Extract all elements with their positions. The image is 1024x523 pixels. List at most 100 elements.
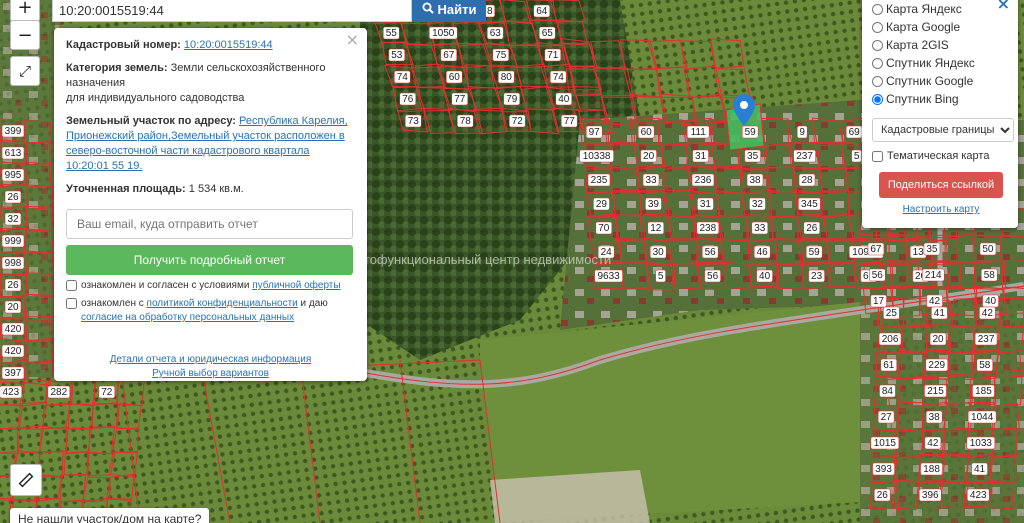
ruler-icon[interactable] (10, 464, 42, 496)
plot-number-label: 236 (695, 175, 712, 186)
layer-radio[interactable] (872, 39, 883, 51)
plot-number-label: 84 (882, 386, 894, 397)
offer-consent-text: ознакомлен и согласен с условиями (81, 280, 253, 291)
address-label: Земельный участок по адресу: (66, 115, 236, 127)
cadastral-number-link[interactable]: 10:20:0015519:44 (184, 39, 273, 51)
search-icon (422, 2, 434, 17)
privacy-policy-link[interactable]: политикой конфиденциальности (147, 298, 298, 309)
layer-option[interactable]: Спутник Google (872, 72, 1010, 90)
layer-option[interactable]: Спутник Bing (872, 90, 1010, 108)
plot-number-label: 53 (391, 50, 403, 61)
plot-number-label: 229 (928, 360, 945, 371)
search-input[interactable] (53, 0, 411, 21)
layer-option[interactable]: Карта Яндекс (872, 0, 1010, 18)
email-field[interactable] (66, 209, 353, 239)
get-report-button[interactable]: Получить подробный отчет (66, 245, 353, 275)
thematic-map-checkbox[interactable] (872, 150, 883, 162)
plot-number-label: 613 (5, 148, 22, 159)
plot-number-label: 74 (397, 72, 409, 83)
plot-number-label: 67 (443, 50, 455, 61)
layer-label: Спутник Яндекс (886, 56, 975, 70)
plot-number-label: 998 (5, 258, 22, 269)
plot-number-label: 20 (643, 151, 655, 162)
layer-radio[interactable] (872, 75, 883, 87)
plot-number-label: 50 (982, 244, 994, 255)
report-details-link[interactable]: Детали отчета и юридическая информация (66, 353, 355, 367)
close-icon[interactable]: × (346, 32, 359, 48)
privacy-consent-mid: и даю (297, 298, 328, 309)
plot-number-label: 31 (700, 199, 712, 210)
plot-number-label: 76 (402, 94, 414, 105)
plot-number-label: 25 (886, 308, 898, 319)
not-found-notice[interactable]: Не нашли участок/дом на карте? (10, 508, 210, 523)
search-button-label: Найти (437, 1, 477, 17)
plot-number-label: 12 (650, 223, 662, 234)
plot-number-label: 40 (558, 94, 570, 105)
plot-number-label: 1015 (874, 438, 897, 449)
plot-number-label: 77 (564, 116, 576, 127)
layer-option[interactable]: Карта Google (872, 18, 1010, 36)
configure-map-link[interactable]: Настроить карту (872, 204, 1010, 215)
layer-label: Карта 2GIS (886, 38, 949, 52)
plot-number-label: 40 (759, 271, 771, 282)
area-value: 1 534 кв.м. (188, 183, 244, 195)
layer-option[interactable]: Карта 2GIS (872, 36, 1010, 54)
plot-number-label: 345 (801, 199, 818, 210)
layer-radio[interactable] (872, 57, 883, 69)
plot-number-label: 1033 (970, 438, 993, 449)
parcel-info-panel: × Кадастровый номер: 10:20:0015519:44 Ка… (54, 28, 367, 381)
layer-label: Карта Google (886, 20, 961, 34)
search-button[interactable]: Найти (412, 0, 486, 22)
manual-choice-link[interactable]: Ручной выбор вариантов (66, 367, 355, 381)
layer-option[interactable]: Спутник Яндекс (872, 54, 1010, 72)
privacy-consent-row: ознакомлен с политикой конфиденциальност… (66, 297, 355, 325)
privacy-consent-checkbox[interactable] (66, 298, 77, 309)
plot-number-label: 20 (7, 302, 19, 313)
plot-number-label: 38 (749, 175, 761, 186)
category-label: Категория земель: (66, 62, 168, 74)
plot-number-label: 33 (645, 175, 657, 186)
plot-number-label: 32 (752, 199, 764, 210)
zoom-in-button[interactable]: + (10, 0, 40, 22)
plot-number-label: 423 (2, 387, 19, 398)
plot-number-label: 29 (596, 199, 608, 210)
plot-number-label: 188 (923, 464, 940, 475)
plot-number-label: 75 (495, 50, 507, 61)
offer-consent-checkbox[interactable] (66, 280, 77, 291)
plot-number-label: 97 (589, 127, 601, 138)
public-offer-link[interactable]: публичной оферты (252, 280, 340, 291)
layer-radio[interactable] (872, 21, 883, 33)
plot-number-label: 56 (707, 271, 719, 282)
location-marker-icon[interactable] (733, 94, 755, 126)
plot-number-label: 420 (5, 324, 22, 335)
plot-number-label: 60 (449, 72, 461, 83)
plot-number-label: 67 (870, 244, 882, 255)
thematic-map-row: Тематическая карта (872, 150, 1010, 162)
zoom-out-button[interactable]: − (10, 20, 40, 50)
plot-number-label: 1050 (432, 28, 455, 39)
overlay-select[interactable]: Кадастровые границы (872, 118, 1014, 142)
plot-number-label: 397 (5, 368, 22, 379)
plot-number-label: 33 (754, 223, 766, 234)
share-link-button[interactable]: Поделиться ссылкой (879, 172, 1003, 198)
layer-radio[interactable] (872, 93, 883, 105)
plot-number-label: 71 (547, 50, 559, 61)
layer-radio[interactable] (872, 3, 883, 15)
layer-label: Спутник Bing (886, 92, 959, 106)
plot-number-label: 46 (757, 247, 769, 258)
plot-number-label: 73 (408, 116, 420, 127)
plot-number-label: 56 (872, 270, 884, 281)
plot-number-label: 65 (542, 28, 554, 39)
plot-number-label: 20 (932, 334, 944, 345)
plot-number-label: 8 (487, 6, 493, 17)
data-processing-link[interactable]: согласие на обработку персональных данны… (81, 312, 294, 323)
area-label: Уточненная площадь: (66, 183, 186, 195)
layer-list: Карта Яндекс Карта Google Карта 2GIS Спутни… (872, 0, 1010, 108)
plot-number-label: 31 (695, 151, 707, 162)
fullscreen-icon[interactable]: ⤢ (10, 56, 40, 86)
close-layers-icon[interactable]: × (997, 0, 1010, 13)
plot-number-label: 995 (5, 170, 22, 181)
plot-number-label: 27 (881, 412, 893, 423)
plot-number-label: 42 (982, 308, 994, 319)
plot-number-label: 38 (929, 412, 941, 423)
